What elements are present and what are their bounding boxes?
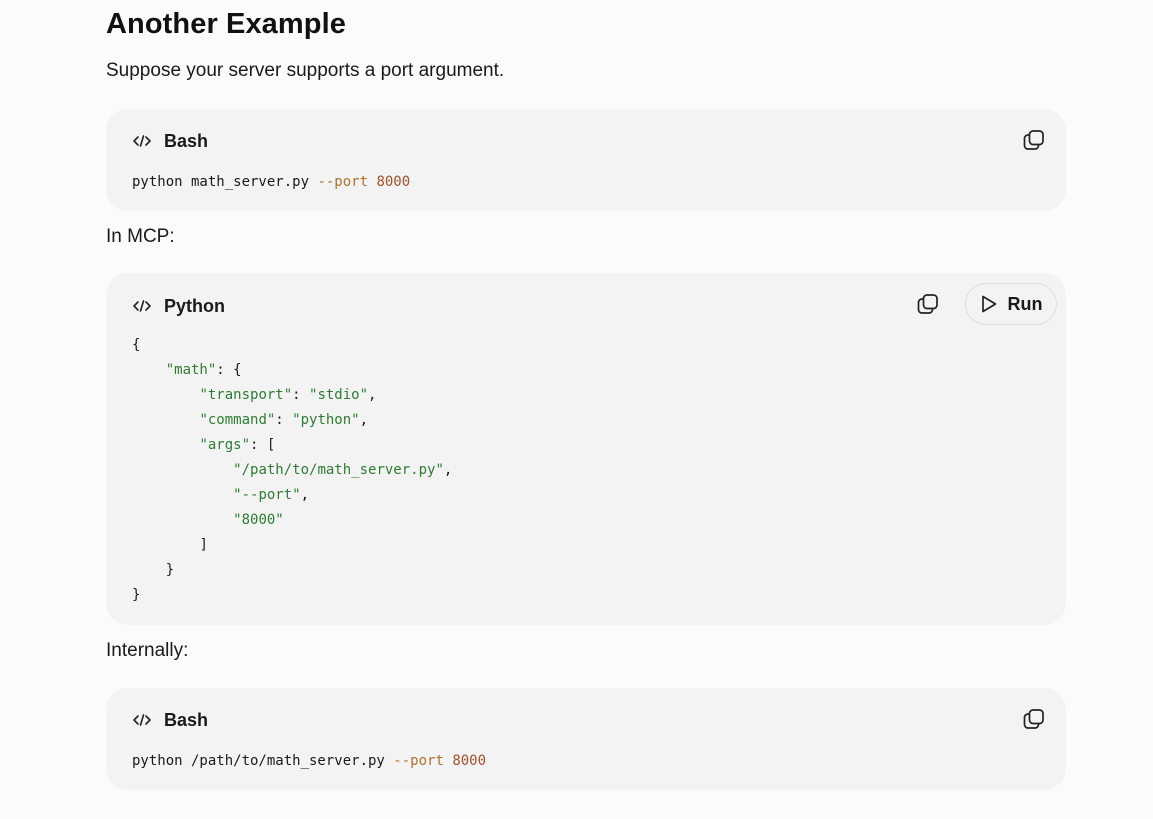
code-string: "python" xyxy=(292,412,360,428)
code-flag: --port xyxy=(317,174,369,190)
copy-button[interactable] xyxy=(1020,126,1048,154)
run-button[interactable]: Run xyxy=(965,283,1057,325)
copy-icon xyxy=(1023,130,1044,150)
section-heading: Another Example xyxy=(106,8,346,40)
code-string: "stdio" xyxy=(309,387,369,403)
code-block-header: Python xyxy=(132,294,225,318)
play-icon xyxy=(981,295,996,313)
code-line: } xyxy=(165,562,175,578)
code-language-label: Python xyxy=(164,295,225,316)
code-content: { "math": { "transport": "stdio", "comma… xyxy=(132,337,453,603)
code-block-bash-2: Bash python /path/to/math_server.py --po… xyxy=(106,688,1066,790)
code-icon xyxy=(133,714,151,726)
code-line: } xyxy=(132,587,141,603)
code-key: "command" xyxy=(199,412,276,428)
code-icon xyxy=(133,135,151,147)
code-number: 8000 xyxy=(376,174,411,190)
code-string: "8000" xyxy=(233,512,284,528)
code-command: python /path/to/math_server.py xyxy=(132,753,394,769)
code-block-header: Bash xyxy=(132,129,208,153)
code-block-python: Python Run { "math": { "transport": "std… xyxy=(106,273,1066,625)
code-block-header: Bash xyxy=(132,708,208,732)
code-string: "--port" xyxy=(233,487,301,503)
code-language-label: Bash xyxy=(164,709,209,730)
run-label: Run xyxy=(1007,293,1043,314)
code-block-bash-1: Bash python math_server.py --port 8000 xyxy=(106,109,1066,211)
copy-button[interactable] xyxy=(1020,705,1048,733)
copy-icon xyxy=(917,294,938,314)
copy-icon xyxy=(1023,709,1044,729)
code-flag: --port xyxy=(393,753,444,769)
code-key: "args" xyxy=(199,437,251,453)
code-language-label: Bash xyxy=(164,130,209,151)
code-content: python math_server.py --port 8000 xyxy=(132,170,410,195)
mcp-label: In MCP: xyxy=(106,226,175,247)
copy-button[interactable] xyxy=(914,290,942,318)
code-string: "/path/to/math_server.py" xyxy=(233,462,444,478)
code-line: { xyxy=(132,337,141,353)
code-number: 8000 xyxy=(452,753,487,769)
code-command: python math_server.py xyxy=(132,174,318,190)
internal-label: Internally: xyxy=(106,640,189,661)
code-key: "math" xyxy=(165,362,217,378)
code-icon xyxy=(133,300,151,312)
code-content: python /path/to/math_server.py --port 80… xyxy=(132,749,486,774)
code-line: ] xyxy=(199,537,208,553)
code-key: "transport" xyxy=(199,387,293,403)
intro-paragraph: Suppose your server supports a port argu… xyxy=(106,60,505,81)
